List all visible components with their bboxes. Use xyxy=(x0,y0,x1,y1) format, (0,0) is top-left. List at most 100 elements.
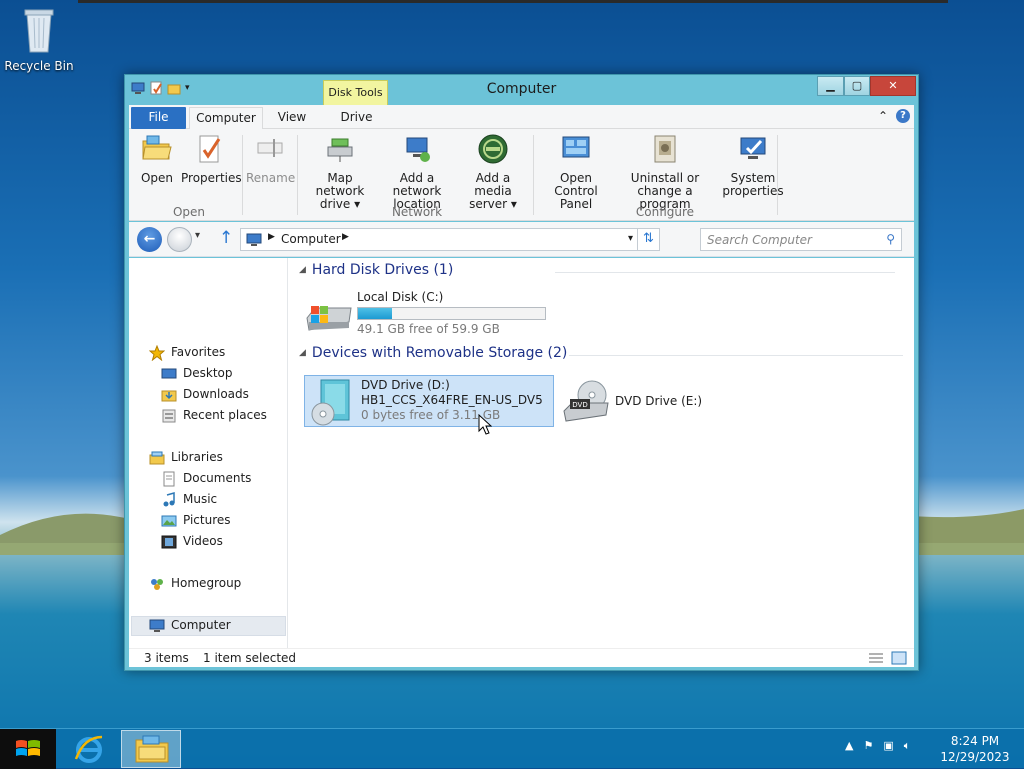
properties-button[interactable]: Properties xyxy=(181,133,242,185)
minimize-button[interactable]: ▁ xyxy=(817,76,844,96)
recent-locations-dropdown[interactable]: ▾ xyxy=(195,230,200,241)
group-label-configure: Configure xyxy=(635,205,695,219)
rename-icon xyxy=(257,139,283,157)
uninstall-program-button[interactable]: Uninstall or change a program xyxy=(617,133,713,211)
nav-favorites-label: Favorites xyxy=(171,345,226,359)
taskbar-clock[interactable]: 8:24 PM 12/29/2023 xyxy=(940,733,1010,765)
taskbar-file-explorer[interactable] xyxy=(121,730,181,768)
nav-pictures-label: Pictures xyxy=(183,513,231,527)
system-properties-button[interactable]: System properties xyxy=(717,133,789,198)
back-button[interactable]: ← xyxy=(137,227,162,252)
large-icons-view-icon[interactable] xyxy=(891,651,907,665)
computer-icon xyxy=(149,619,165,632)
properties-label: Properties xyxy=(181,171,242,185)
group-header-hard-disk[interactable]: ◢ Hard Disk Drives (1) xyxy=(299,262,899,278)
action-center-flag-icon[interactable]: ⚑ xyxy=(863,739,873,753)
search-input[interactable] xyxy=(705,231,875,248)
map-network-drive-button[interactable]: Map network drive ▾ xyxy=(303,133,377,211)
breadcrumb-separator-icon[interactable]: ▶ xyxy=(268,232,275,242)
homegroup-icon xyxy=(151,578,163,590)
breadcrumb-separator-icon[interactable]: ▶ xyxy=(342,232,349,242)
breadcrumb-computer[interactable]: Computer xyxy=(281,232,341,246)
control-panel-icon xyxy=(562,136,590,158)
nav-music[interactable]: Music xyxy=(161,489,217,510)
refresh-icon[interactable]: ⇅ xyxy=(637,229,659,250)
nav-computer[interactable]: Computer xyxy=(149,615,231,636)
drive-e-name: DVD Drive (E:) xyxy=(615,394,703,408)
search-box[interactable]: ⚲ xyxy=(700,228,902,251)
nav-recent-places-label: Recent places xyxy=(183,408,267,422)
dvd-drive-e-icon: DVD xyxy=(563,380,609,422)
open-folder-icon xyxy=(142,135,172,160)
music-icon xyxy=(163,491,175,506)
group-header-removable[interactable]: ◢ Devices with Removable Storage (2) xyxy=(299,345,903,361)
clock-date: 12/29/2023 xyxy=(940,750,1010,764)
tab-file[interactable]: File xyxy=(131,107,186,129)
ribbon-separator xyxy=(242,135,243,215)
nav-videos[interactable]: Videos xyxy=(161,531,223,552)
tab-drive[interactable]: Drive xyxy=(325,107,388,129)
ribbon-tabs: File Computer View Drive ⌃ ? xyxy=(129,105,914,130)
start-button[interactable] xyxy=(0,729,56,769)
internet-explorer-icon xyxy=(74,735,103,763)
nav-pictures[interactable]: Pictures xyxy=(161,510,231,531)
drive-d-volume-label: HB1_CCS_X64FRE_EN-US_DV5 xyxy=(361,393,543,407)
nav-favorites[interactable]: Favorites xyxy=(149,342,225,363)
taskbar-internet-explorer[interactable] xyxy=(66,731,112,767)
group-label-network: Network xyxy=(391,205,443,219)
ribbon-separator xyxy=(297,135,298,215)
collapse-group-icon[interactable]: ◢ xyxy=(299,348,306,358)
drive-c-tile[interactable]: Local Disk (C:) 49.1 GB free of 59.9 GB xyxy=(301,288,553,340)
minimize-ribbon-icon[interactable]: ⌃ xyxy=(878,109,888,123)
collapse-group-icon[interactable]: ◢ xyxy=(299,265,306,275)
recycle-bin-desktop-icon[interactable]: Recycle Bin xyxy=(4,6,74,73)
nav-desktop[interactable]: Desktop xyxy=(161,363,233,384)
drive-d-selected-tile[interactable]: DVD Drive (D:) HB1_CCS_X64FRE_EN-US_DV5 … xyxy=(304,375,554,427)
nav-libraries[interactable]: Libraries xyxy=(149,447,223,468)
show-hidden-icons-icon[interactable]: ▲ xyxy=(845,739,853,753)
system-tray: ▲ ⚑ ▣ 🔈︎ xyxy=(845,739,910,753)
nav-libraries-label: Libraries xyxy=(171,450,223,464)
rename-button[interactable]: Rename xyxy=(246,133,296,185)
details-view-icon[interactable] xyxy=(868,651,884,665)
search-icon[interactable]: ⚲ xyxy=(886,232,895,246)
add-network-location-button[interactable]: Add a network location xyxy=(379,133,455,211)
network-icon[interactable]: ▣ xyxy=(883,739,893,753)
close-button[interactable]: ✕ xyxy=(870,76,916,96)
ribbon-separator xyxy=(533,135,534,215)
ribbon: Open Properties Rename Open Map network … xyxy=(129,129,914,221)
nav-documents[interactable]: Documents xyxy=(161,468,251,489)
address-toolbar: ← ▾ ↑ ▶ Computer ▶ ▾ ⇅ ⚲ xyxy=(129,222,914,257)
help-icon[interactable]: ? xyxy=(896,109,910,123)
address-dropdown-icon[interactable]: ▾ xyxy=(628,233,633,244)
address-bar[interactable]: ▶ Computer ▶ ▾ ⇅ xyxy=(240,228,660,251)
up-button[interactable]: ↑ xyxy=(219,228,233,248)
computer-address-icon xyxy=(246,233,262,246)
star-icon xyxy=(149,344,165,361)
open-button[interactable]: Open xyxy=(139,133,175,185)
libraries-icon xyxy=(149,451,165,464)
tab-view[interactable]: View xyxy=(267,107,317,129)
volume-icon[interactable]: 🔈︎ xyxy=(904,739,911,753)
status-item-count: 3 items xyxy=(144,651,189,665)
media-server-icon xyxy=(478,134,508,164)
nav-downloads[interactable]: Downloads xyxy=(161,384,249,405)
map-network-drive-label-1: Map network xyxy=(315,171,365,198)
title-bar[interactable]: ▾ Disk Tools Computer ▁ ▢ ✕ xyxy=(125,75,918,105)
forward-button[interactable] xyxy=(167,227,192,252)
group-header-hard-disk-label: Hard Disk Drives (1) xyxy=(311,262,454,278)
drive-e-tile[interactable]: DVD DVD Drive (E:) xyxy=(560,375,740,427)
rename-label: Rename xyxy=(246,171,296,185)
maximize-button[interactable]: ▢ xyxy=(844,76,870,96)
open-control-panel-label-2: Panel xyxy=(559,197,593,211)
content-area: Favorites Desktop Downloads Recent place… xyxy=(129,258,914,648)
add-media-server-button[interactable]: Add a media server ▾ xyxy=(459,133,527,211)
nav-homegroup[interactable]: Homegroup xyxy=(149,573,241,594)
system-properties-icon xyxy=(740,137,766,159)
tab-computer[interactable]: Computer xyxy=(189,107,263,130)
open-control-panel-label-1: Open Control xyxy=(554,171,598,198)
network-location-icon xyxy=(406,137,430,162)
mouse-cursor-icon xyxy=(478,414,492,435)
nav-recent-places[interactable]: Recent places xyxy=(161,405,267,426)
open-control-panel-button[interactable]: Open Control Panel xyxy=(537,133,615,211)
